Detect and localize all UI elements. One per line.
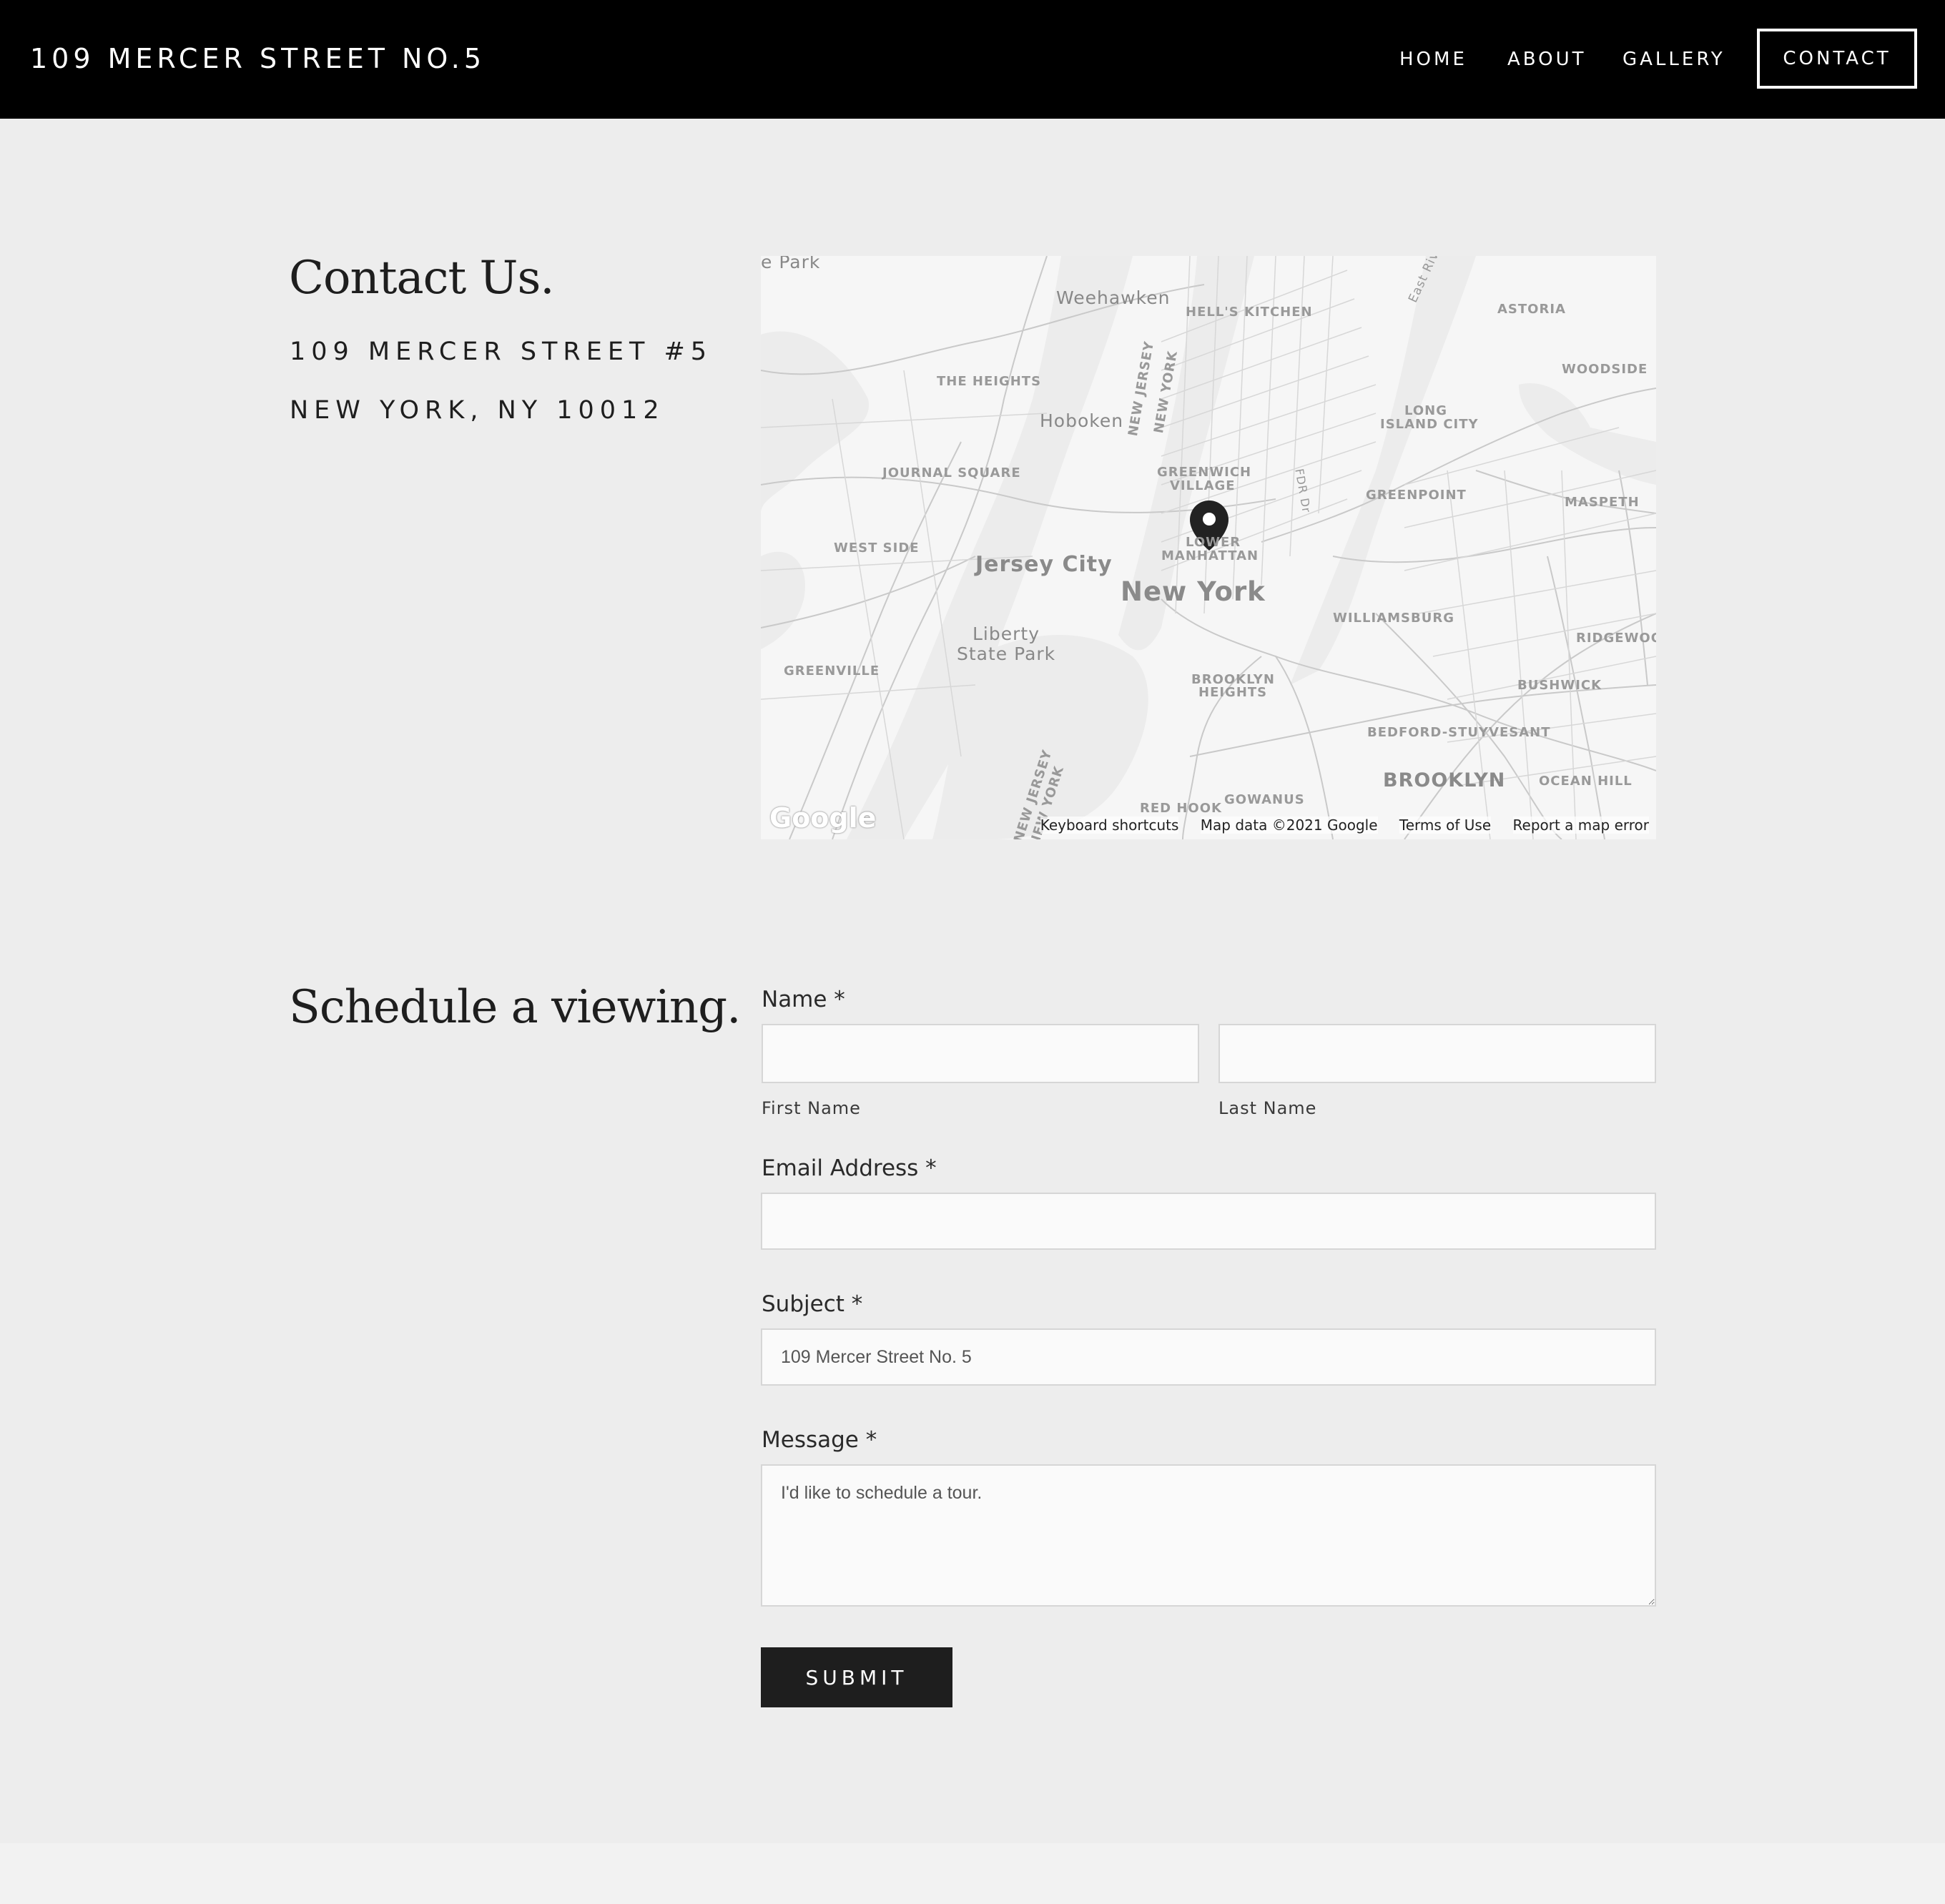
- report-map-error-link[interactable]: Report a map error: [1512, 817, 1649, 834]
- map-label-bushwick: BUSHWICK: [1517, 678, 1602, 693]
- nav-gallery[interactable]: GALLERY: [1623, 49, 1725, 70]
- map-label-bh-2: HEIGHTS: [1198, 685, 1268, 700]
- footer-strip: [0, 1843, 1945, 1904]
- subject-input[interactable]: [761, 1328, 1656, 1386]
- map-label-top-left: e Park: [761, 256, 821, 272]
- last-name-input[interactable]: [1218, 1024, 1656, 1083]
- map-label-brooklyn: BROOKLYN: [1383, 769, 1506, 791]
- map-label-jersey-city: Jersey City: [975, 552, 1113, 577]
- name-label: Name *: [762, 987, 845, 1012]
- nav-about[interactable]: ABOUT: [1507, 49, 1587, 70]
- map-label-lm-1: LOWER: [1186, 535, 1241, 550]
- nav-contact-button[interactable]: CONTACT: [1757, 29, 1917, 89]
- map-label-gowanus: GOWANUS: [1224, 792, 1305, 807]
- map-label-williamsburg: WILLIAMSBURG: [1333, 611, 1454, 626]
- map-label-lsp-2: State Park: [957, 643, 1056, 664]
- map-label-ocean-hill: OCEAN HILL: [1539, 774, 1633, 789]
- first-name-input[interactable]: [762, 1024, 1199, 1083]
- map-label-gv-2: VILLAGE: [1170, 478, 1236, 493]
- map-label-lic-2: ISLAND CITY: [1380, 417, 1479, 432]
- email-input[interactable]: [761, 1193, 1656, 1250]
- last-name-label: Last Name: [1218, 1098, 1317, 1118]
- first-name-label: First Name: [762, 1098, 861, 1118]
- map-label-new-york: New York: [1121, 576, 1266, 607]
- map-label-lm-2: MANHATTAN: [1161, 548, 1259, 563]
- location-map[interactable]: Weehawken HELL'S KITCHEN ASTORIA East Ri…: [761, 256, 1656, 839]
- map-label-woodside: WOODSIDE: [1562, 362, 1648, 377]
- map-label-the-heights: THE HEIGHTS: [937, 374, 1042, 389]
- site-header: 109 MERCER STREET NO.5 HOME ABOUT GALLER…: [0, 0, 1945, 119]
- map-label-hells-kitchen: HELL'S KITCHEN: [1186, 305, 1313, 320]
- subject-label: Subject *: [762, 1291, 863, 1317]
- address-line-2: NEW YORK, NY 10012: [290, 396, 665, 425]
- message-label: Message *: [762, 1427, 877, 1453]
- map-label-red-hook: RED HOOK: [1140, 801, 1222, 816]
- map-footer: Keyboard shortcuts Map data ©2021 Google…: [1023, 817, 1649, 834]
- map-label-greenpoint: GREENPOINT: [1366, 488, 1467, 503]
- map-label-gv-1: GREENWICH: [1157, 465, 1252, 480]
- contact-heading: Contact Us.: [289, 252, 555, 305]
- email-label: Email Address *: [762, 1155, 937, 1181]
- submit-button[interactable]: SUBMIT: [761, 1647, 952, 1707]
- address-line-1: 109 MERCER STREET #5: [290, 337, 713, 366]
- map-label-greenville: GREENVILLE: [784, 664, 880, 679]
- terms-of-use-link[interactable]: Terms of Use: [1399, 817, 1492, 834]
- nav-home[interactable]: HOME: [1399, 49, 1467, 70]
- schedule-heading: Schedule a viewing.: [289, 981, 741, 1034]
- site-title[interactable]: 109 MERCER STREET NO.5: [30, 43, 486, 74]
- map-label-journal-square: JOURNAL SQUARE: [882, 465, 1021, 480]
- map-data-text: Map data ©2021 Google: [1200, 817, 1378, 834]
- map-label-astoria: ASTORIA: [1497, 302, 1566, 317]
- message-textarea[interactable]: I'd like to schedule a tour.: [761, 1464, 1656, 1607]
- map-label-west-side: WEST SIDE: [834, 541, 920, 556]
- keyboard-shortcuts-link[interactable]: Keyboard shortcuts: [1040, 817, 1179, 834]
- google-logo[interactable]: Google: [769, 802, 876, 834]
- map-label-hoboken: Hoboken: [1040, 410, 1124, 431]
- map-label-ridgewood: RIDGEWOO: [1576, 631, 1656, 646]
- map-label-lic-1: LONG: [1404, 403, 1447, 418]
- map-label-maspeth: MASPETH: [1565, 495, 1640, 510]
- map-label-lsp-1: Liberty: [972, 623, 1040, 644]
- map-label-bedstuy: BEDFORD-STUYVESANT: [1367, 725, 1551, 740]
- map-label-weehawken: Weehawken: [1056, 287, 1171, 308]
